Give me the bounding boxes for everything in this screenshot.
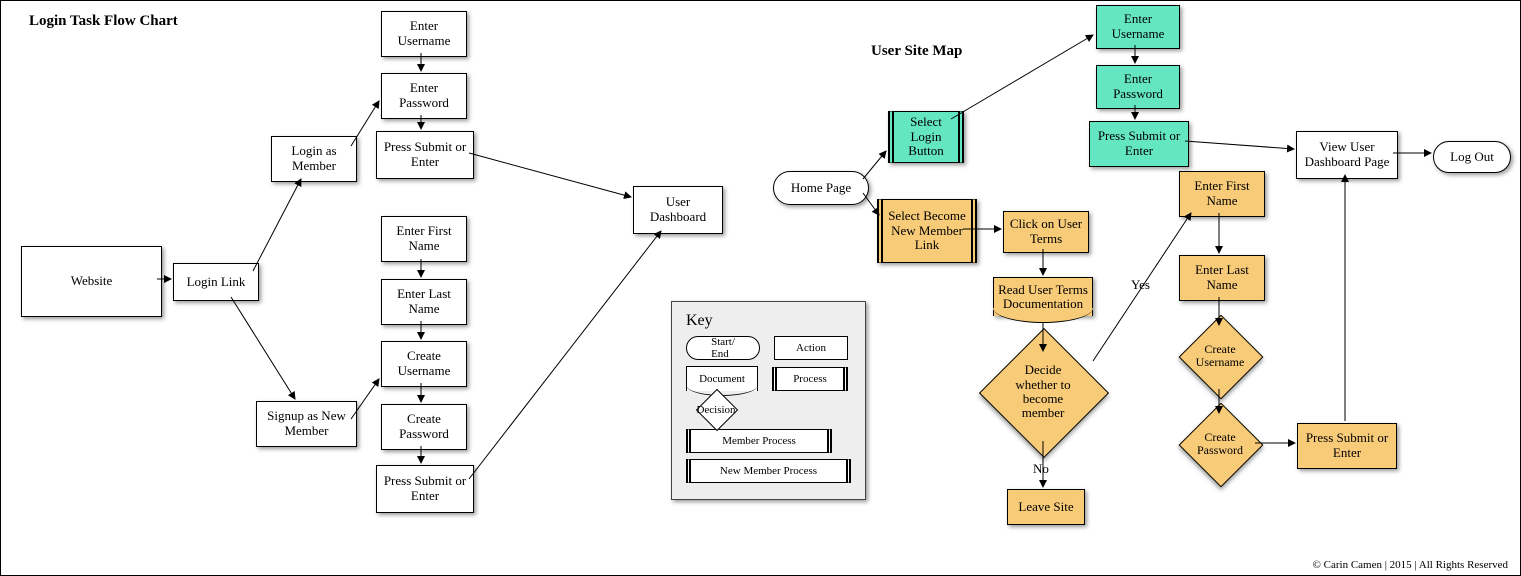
node-enter-last: Enter Last Name (381, 279, 467, 325)
node-r-enter-first: Enter First Name (1179, 171, 1265, 217)
legend-start-end: Start/ End (686, 336, 760, 360)
node-r-enter-pass: Enter Password (1096, 65, 1180, 109)
node-create-user: Create Username (381, 341, 467, 387)
legend-action: Action (774, 336, 848, 360)
node-select-new: Select Become New Member Link (877, 199, 977, 263)
node-enter-password: Enter Password (381, 73, 467, 119)
node-decide: Decide whether to become member (998, 347, 1088, 437)
node-r-create-pass: Create Password (1191, 415, 1249, 473)
node-create-pass: Create Password (381, 404, 467, 450)
node-press-submit-2: Press Submit or Enter (376, 465, 474, 513)
node-read-terms: Read User Terms Documentation (993, 277, 1093, 316)
legend: Key Start/ End Action Document Process D… (671, 301, 866, 500)
node-r-press-submit: Press Submit or Enter (1089, 121, 1189, 167)
node-view-dash: View User Dashboard Page (1296, 131, 1398, 179)
node-home: Home Page (773, 171, 869, 205)
label-no: No (1033, 461, 1049, 477)
node-press-submit-1: Press Submit or Enter (376, 131, 474, 179)
legend-decision: Decision (686, 397, 746, 423)
node-r-create-user: Create Username (1191, 327, 1249, 385)
legend-new-member-process: New Member Process (686, 459, 851, 483)
title-left: Login Task Flow Chart (29, 13, 178, 30)
node-r-press-submit2: Press Submit or Enter (1297, 423, 1397, 469)
copyright: © Carin Camen | 2015 | All Rights Reserv… (1313, 559, 1508, 571)
node-signup-new: Signup as New Member (256, 401, 357, 447)
node-enter-first: Enter First Name (381, 216, 467, 262)
node-leave: Leave Site (1007, 489, 1085, 525)
node-r-enter-last: Enter Last Name (1179, 255, 1265, 301)
node-website: Website (21, 246, 162, 317)
node-login-member: Login as Member (271, 136, 357, 182)
node-logout: Log Out (1433, 141, 1511, 173)
node-user-dashboard: User Dashboard (633, 186, 723, 234)
node-enter-username: Enter Username (381, 11, 467, 57)
legend-header: Key (686, 312, 851, 330)
diagram-page: Login Task Flow Chart User Site Map Webs… (0, 0, 1521, 576)
legend-document: Document (686, 366, 758, 391)
legend-member-process: Member Process (686, 429, 832, 453)
node-select-login: Select Login Button (888, 111, 964, 163)
node-r-enter-user: Enter Username (1096, 5, 1180, 49)
title-right: User Site Map (871, 43, 962, 60)
node-click-terms: Click on User Terms (1003, 211, 1089, 253)
label-yes: Yes (1131, 277, 1150, 293)
node-login-link: Login Link (173, 263, 259, 301)
legend-process: Process (772, 367, 848, 391)
